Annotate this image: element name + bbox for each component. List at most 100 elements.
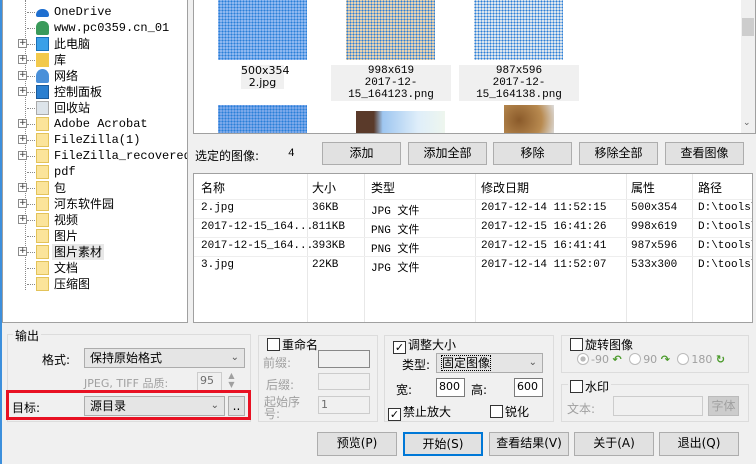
rename-checkbox[interactable]: 重命名	[265, 336, 321, 353]
tree-item[interactable]: pdf	[3, 164, 187, 180]
tree-item[interactable]: + 网络	[3, 68, 187, 84]
tree-item[interactable]: + 河东软件园	[3, 196, 187, 212]
table-cell: 811KB	[312, 221, 346, 233]
resize-checkbox[interactable]: ✓ 调整大小	[391, 336, 459, 354]
start-number-input[interactable]: 1	[318, 396, 370, 414]
table-cell: 533x300	[631, 259, 678, 271]
expand-icon[interactable]: +	[18, 151, 27, 160]
start-button[interactable]: 开始(S)	[403, 432, 483, 456]
thumbnail-image[interactable]	[218, 0, 307, 60]
expand-icon[interactable]: +	[18, 55, 27, 64]
tree-item-label: FileZilla(1)	[54, 133, 141, 147]
font-button[interactable]: 字体	[708, 396, 739, 416]
suffix-input[interactable]	[318, 373, 370, 390]
resize-type-select[interactable]: 固定图像 ⌄	[436, 353, 543, 373]
no-enlarge-checkbox[interactable]: ✓ 禁止放大	[388, 403, 451, 421]
expand-icon[interactable]: +	[18, 87, 27, 96]
tree-item[interactable]: www.pc0359.cn_01	[3, 20, 187, 36]
checkbox-checked[interactable]: ✓	[388, 408, 401, 421]
thumbnail-image[interactable]	[346, 0, 435, 60]
vertical-scrollbar[interactable]: ⌄	[741, 0, 755, 133]
expand-icon[interactable]: +	[18, 71, 27, 80]
checkbox[interactable]	[490, 405, 503, 418]
tree-item[interactable]: 回收站	[3, 100, 187, 116]
column-header[interactable]: 类型	[371, 179, 395, 196]
file-list[interactable]: 名称 大小 类型 修改日期 属性 路径 2.jpg 36KB JPG 文件 2017-12-14 …	[193, 173, 753, 323]
watermark-checkbox[interactable]: 水印	[568, 378, 612, 395]
table-row[interactable]: 2.jpg 36KB JPG 文件 2017-12-14 11:52:15 500x35…	[194, 199, 752, 218]
checkbox-checked[interactable]: ✓	[393, 341, 406, 354]
tree-connector	[27, 28, 35, 29]
thumbnail-view[interactable]: 500x354 2.jpg 998x619 2017-12-15_164123.pn…	[193, 0, 756, 134]
view-image-button[interactable]: 查看图像	[665, 142, 744, 165]
folder-icon	[36, 245, 49, 259]
expand-icon[interactable]: +	[18, 119, 27, 128]
tree-item[interactable]: + 库	[3, 52, 187, 68]
column-header[interactable]: 名称	[201, 179, 225, 196]
expand-icon[interactable]: +	[18, 215, 27, 224]
height-input[interactable]: 600	[514, 378, 543, 397]
start-number-label: 起始序号:	[264, 395, 301, 421]
quality-spinner[interactable]: ▲ ▼	[226, 371, 237, 389]
tree-item[interactable]: OneDrive	[3, 4, 187, 20]
expand-icon[interactable]: +	[18, 247, 27, 256]
rotate-checkbox[interactable]: 旋转图像	[568, 336, 636, 353]
rotate-left-radio[interactable]: -90 ↶	[577, 353, 622, 366]
add-button[interactable]: 添加	[322, 142, 401, 165]
tree-item[interactable]: + 图片素材	[3, 244, 187, 260]
expand-icon[interactable]: +	[18, 39, 27, 48]
checkbox[interactable]	[570, 380, 583, 393]
thumbnail-image[interactable]	[218, 105, 307, 133]
width-input[interactable]: 800	[436, 378, 465, 397]
tree-item[interactable]: + 包	[3, 180, 187, 196]
column-header[interactable]: 路径	[698, 179, 722, 196]
table-row[interactable]: 3.jpg 22KB JPG 文件 2017-12-14 11:52:07 533x30…	[194, 256, 752, 275]
exit-button[interactable]: 退出(Q)	[659, 432, 739, 456]
expand-icon[interactable]: +	[18, 183, 27, 192]
thumbnail-image[interactable]	[474, 0, 563, 60]
tree-item[interactable]: + Adobe Acrobat	[3, 116, 187, 132]
tree-item[interactable]: + FileZilla(1)	[3, 132, 187, 148]
format-select[interactable]: 保持原始格式 ⌄	[84, 348, 245, 368]
thumbnail-image[interactable]	[504, 105, 554, 133]
rotate-right-radio[interactable]: 90 ↷	[629, 353, 670, 366]
table-cell: JPG 文件	[371, 206, 420, 218]
about-button[interactable]: 关于(A)	[574, 432, 654, 456]
tree-connector	[27, 108, 35, 109]
target-select[interactable]: 源目录 ⌄	[84, 396, 225, 416]
browse-button[interactable]: ..	[228, 396, 245, 416]
tree-item[interactable]: + 视频	[3, 212, 187, 228]
remove-all-button[interactable]: 移除全部	[579, 142, 658, 165]
table-row[interactable]: 2017-12-15_164... 393KB PNG 文件 2017-12-15 1…	[194, 237, 752, 256]
tree-connector	[27, 236, 35, 237]
watermark-text-input[interactable]	[613, 396, 703, 416]
expand-icon[interactable]: +	[18, 199, 27, 208]
tree-connector	[27, 92, 35, 93]
sharpen-checkbox[interactable]: 锐化	[490, 403, 529, 420]
folder-tree[interactable]: OneDrive www.pc0359.cn_01 + 此电脑 + 库 + 网络 + 控制面板 回收…	[2, 0, 188, 323]
table-cell: 2017-12-15 16:41:26	[481, 221, 607, 233]
add-all-button[interactable]: 添加全部	[408, 142, 487, 165]
column-header[interactable]: 属性	[631, 179, 655, 196]
scrollbar-thumb[interactable]	[742, 18, 754, 36]
checkbox[interactable]	[267, 338, 280, 351]
column-header[interactable]: 大小	[312, 179, 336, 196]
tree-item[interactable]: 图片	[3, 228, 187, 244]
scroll-down-icon[interactable]: ⌄	[743, 118, 751, 128]
view-results-button[interactable]: 查看结果(V)	[489, 432, 569, 456]
tree-item[interactable]: + 控制面板	[3, 84, 187, 100]
column-header[interactable]: 修改日期	[481, 179, 529, 196]
quality-input[interactable]: 95	[197, 372, 222, 391]
table-row[interactable]: 2017-12-15_164... 811KB PNG 文件 2017-12-15 1…	[194, 218, 752, 237]
tree-item[interactable]: 压缩图	[3, 276, 187, 292]
thumbnail-image[interactable]	[356, 111, 445, 133]
tree-item[interactable]: + 此电脑	[3, 36, 187, 52]
tree-item[interactable]: + FileZilla_recovered	[3, 148, 187, 164]
checkbox[interactable]	[570, 338, 583, 351]
rotate-180-radio[interactable]: 180 ↻	[677, 353, 725, 366]
remove-button[interactable]: 移除	[493, 142, 572, 165]
tree-item[interactable]: 文档	[3, 260, 187, 276]
expand-icon[interactable]: +	[18, 135, 27, 144]
preview-button[interactable]: 预览(P)	[317, 432, 397, 456]
prefix-input[interactable]	[318, 350, 370, 368]
